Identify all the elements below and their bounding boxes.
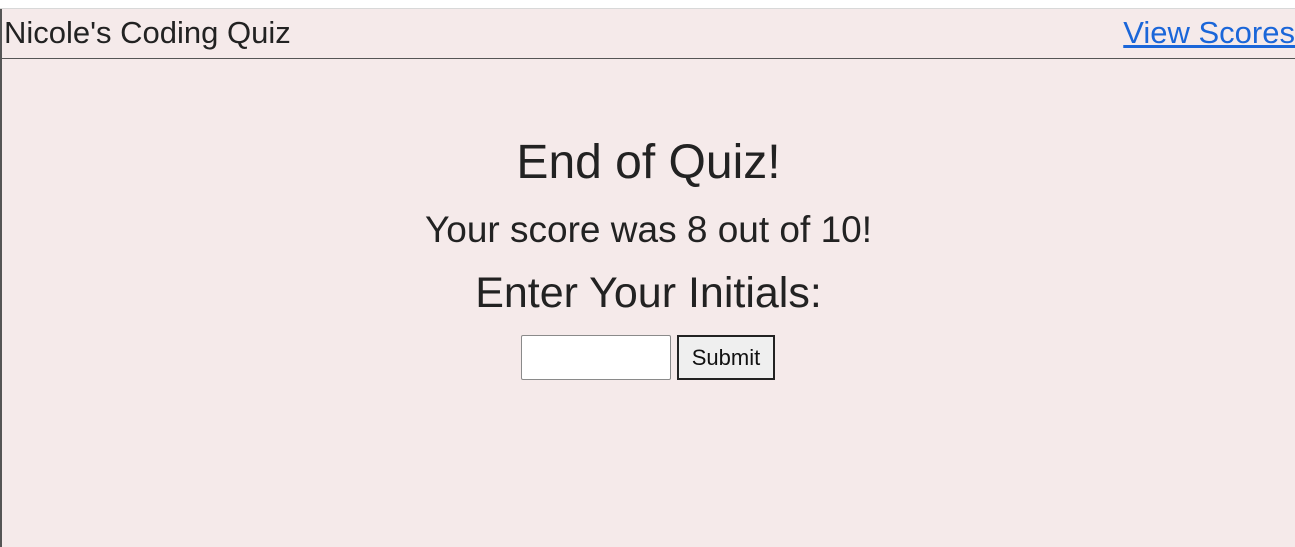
initials-prompt: Enter Your Initials: (475, 269, 822, 317)
site-title: Nicole's Coding Quiz (4, 15, 291, 50)
view-scores-link[interactable]: View Scores (1123, 15, 1295, 51)
top-strip (0, 0, 1295, 9)
header-bar: Nicole's Coding Quiz View Scores (2, 9, 1295, 59)
score-text: Your score was 8 out of 10! (424, 209, 873, 250)
submit-button[interactable]: Submit (677, 335, 775, 380)
page-title: End of Quiz! (516, 136, 781, 189)
quiz-page: Nicole's Coding Quiz View Scores End of … (0, 9, 1295, 547)
browser-viewport: Nicole's Coding Quiz View Scores End of … (0, 0, 1295, 547)
initials-input[interactable] (521, 335, 671, 380)
initials-form: Submit (2, 335, 1295, 381)
